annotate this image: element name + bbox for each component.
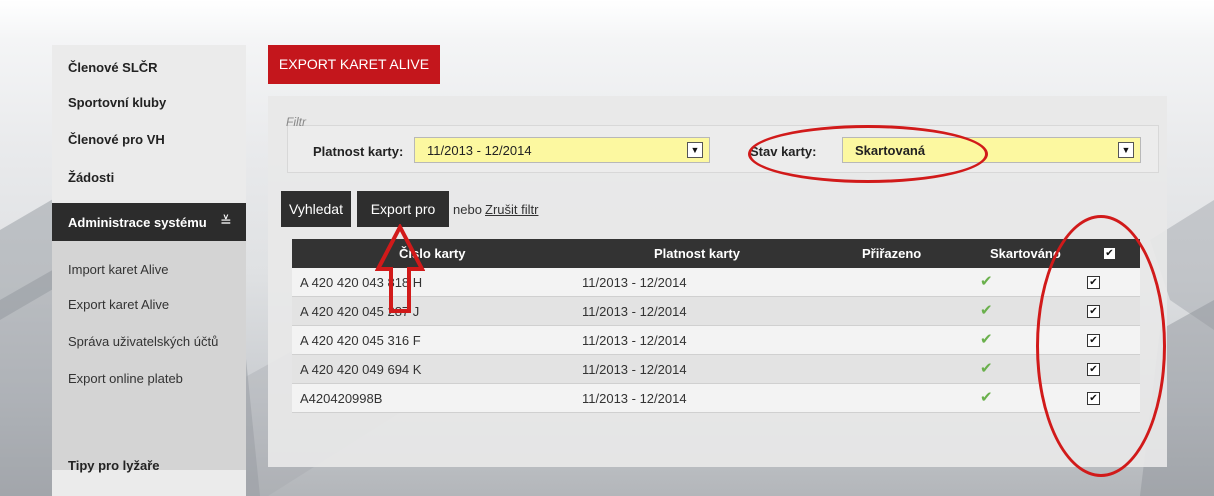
row-checkbox[interactable]: ✔ (1087, 334, 1100, 347)
header-card-number: Číslo karty (399, 246, 466, 261)
state-value: Skartovaná (855, 143, 926, 158)
sidebar-item-sportovni-kluby[interactable]: Sportovní kluby (68, 95, 166, 110)
validity-label: Platnost karty: (313, 144, 404, 159)
table-row: A 420 420 045 316 F 11/2013 - 12/2014 ✔ … (292, 326, 1140, 355)
sidebar: Členové SLČR Sportovní kluby Členové pro… (52, 45, 246, 496)
sidebar-submenu: Import karet Alive Export karet Alive Sp… (52, 241, 246, 478)
submenu-item-import-karet-alive[interactable]: Import karet Alive (68, 262, 168, 277)
sidebar-item-zadosti[interactable]: Žádosti (68, 170, 114, 185)
card-number: A 420 420 043 818 H (300, 275, 423, 290)
checkmark-icon: ✔ (980, 360, 993, 377)
row-checkbox[interactable]: ✔ (1087, 276, 1100, 289)
sidebar-item-clenove-slcr[interactable]: Členové SLČR (68, 60, 158, 75)
chevron-down-icon: ▼ (1118, 142, 1134, 158)
search-button[interactable]: Vyhledat (281, 191, 351, 227)
state-label: Stav karty: (750, 144, 817, 159)
checkmark-icon: ✔ (980, 302, 993, 319)
header-assigned: Přiřazeno (862, 246, 922, 261)
row-checkbox[interactable]: ✔ (1087, 392, 1100, 405)
submenu-item-export-online-plateb[interactable]: Export online plateb (68, 371, 183, 386)
header-shredded: Skartováno (990, 246, 1061, 261)
sidebar-item-administrace-systemu[interactable]: Administrace systému ≚ (52, 203, 246, 241)
card-validity: 11/2013 - 12/2014 (582, 391, 687, 406)
card-validity: 11/2013 - 12/2014 (582, 304, 687, 319)
row-checkbox[interactable]: ✔ (1087, 305, 1100, 318)
card-number: A 420 420 045 287 J (300, 304, 420, 319)
filter-legend: Filtr (286, 115, 306, 129)
card-validity: 11/2013 - 12/2014 (582, 362, 687, 377)
cancel-filter-link[interactable]: Zrušit filtr (485, 202, 538, 217)
table-header: Číslo karty Platnost karty Přiřazeno Ska… (292, 239, 1140, 268)
validity-select[interactable]: 11/2013 - 12/2014 ▼ (414, 137, 710, 163)
card-number: A 420 420 049 694 K (300, 362, 422, 377)
select-all-checkbox[interactable]: ✔ (1103, 247, 1116, 260)
table-row: A 420 420 049 694 K 11/2013 - 12/2014 ✔ … (292, 355, 1140, 384)
submenu-item-sprava-uctu[interactable]: Správa uživatelských účtů (68, 334, 218, 349)
validity-value: 11/2013 - 12/2014 (427, 143, 532, 158)
sidebar-main-menu: Členové SLČR Sportovní kluby Členové pro… (52, 45, 246, 203)
checkmark-icon: ✔ (980, 331, 993, 348)
chevron-down-icon: ▼ (687, 142, 703, 158)
cards-table: Číslo karty Platnost karty Přiřazeno Ska… (292, 239, 1140, 413)
card-validity: 11/2013 - 12/2014 (582, 333, 687, 348)
card-number: A420420998B (300, 391, 383, 406)
sidebar-item-clenove-pro-vh[interactable]: Členové pro VH (68, 132, 165, 147)
export-button[interactable]: Export pro Alive (357, 191, 449, 253)
page-title: EXPORT KARET ALIVE (268, 45, 440, 84)
checkmark-icon: ✔ (980, 389, 993, 406)
table-row: A 420 420 043 818 H 11/2013 - 12/2014 ✔ … (292, 268, 1140, 297)
state-select[interactable]: Skartovaná ▼ (842, 137, 1141, 163)
sidebar-item-tipy-pro-lyzare[interactable]: Tipy pro lyžaře (68, 458, 160, 473)
card-number: A 420 420 045 316 F (300, 333, 421, 348)
row-checkbox[interactable]: ✔ (1087, 363, 1100, 376)
table-row: A420420998B 11/2013 - 12/2014 ✔ ✔ (292, 384, 1140, 413)
or-text: nebo (453, 202, 482, 217)
double-chevron-down-icon: ≚ (220, 213, 232, 229)
card-validity: 11/2013 - 12/2014 (582, 275, 687, 290)
sidebar-item-label: Administrace systému (68, 215, 207, 230)
table-row: A 420 420 045 287 J 11/2013 - 12/2014 ✔ … (292, 297, 1140, 326)
header-validity: Platnost karty (654, 246, 740, 261)
submenu-item-export-karet-alive[interactable]: Export karet Alive (68, 297, 169, 312)
checkmark-icon: ✔ (980, 273, 993, 290)
sidebar-bottom-menu: Tipy pro lyžaře (52, 458, 246, 496)
